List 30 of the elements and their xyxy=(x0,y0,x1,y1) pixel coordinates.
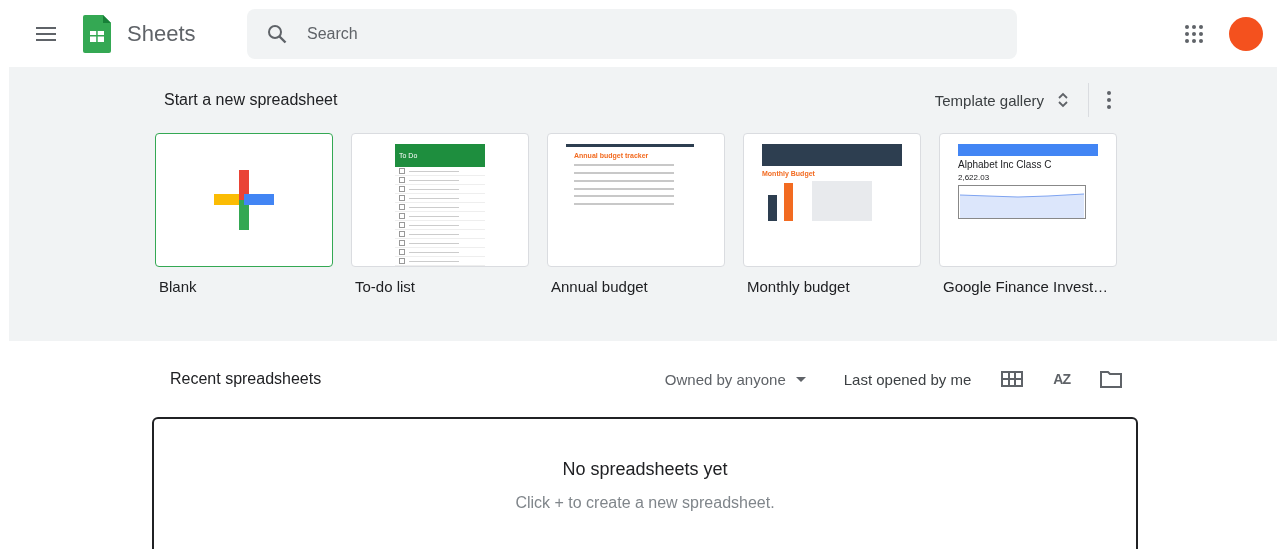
template-label: Monthly budget xyxy=(746,278,851,295)
template-label: Annual budget xyxy=(550,278,649,295)
grid-view-icon[interactable] xyxy=(1001,371,1024,387)
search-field[interactable]: Search xyxy=(247,8,1017,59)
template-card[interactable] xyxy=(155,133,333,267)
more-options-icon[interactable] xyxy=(1107,91,1111,109)
sort-button[interactable]: Last opened by me xyxy=(843,368,972,390)
template-gallery-button[interactable]: Template gallery xyxy=(928,87,1074,113)
section-title: Recent spreadsheets xyxy=(170,370,322,388)
menu-icon[interactable] xyxy=(36,26,56,41)
empty-title: No spreadsheets yet xyxy=(562,459,728,480)
template-label: Google Finance Invest… xyxy=(942,278,1110,295)
search-icon xyxy=(267,23,287,44)
owner-filter-dropdown[interactable]: Owned by anyone xyxy=(664,368,806,390)
sheets-logo-icon xyxy=(83,14,111,53)
app-name: Sheets xyxy=(127,20,197,47)
preview-title: Alphabet Inc Class C xyxy=(958,159,1053,170)
template-card[interactable]: Alphabet Inc Class C 2,622.03 xyxy=(939,133,1117,267)
template-label: Blank xyxy=(158,278,198,295)
section-title: Start a new spreadsheet xyxy=(164,91,338,109)
account-avatar[interactable] xyxy=(1229,16,1263,51)
plus-icon xyxy=(214,170,274,230)
template-label: To-do list xyxy=(354,278,417,295)
caret-icon xyxy=(795,376,806,382)
preview-value: 2,622.03 xyxy=(958,173,991,182)
empty-hint: Click + to create a new spreadsheet. xyxy=(515,494,775,512)
apps-grid-icon[interactable] xyxy=(1185,24,1203,43)
folder-icon[interactable] xyxy=(1100,370,1122,388)
sort-arrows-icon xyxy=(1058,91,1068,109)
sort-az-button[interactable]: AZ xyxy=(1053,369,1070,389)
